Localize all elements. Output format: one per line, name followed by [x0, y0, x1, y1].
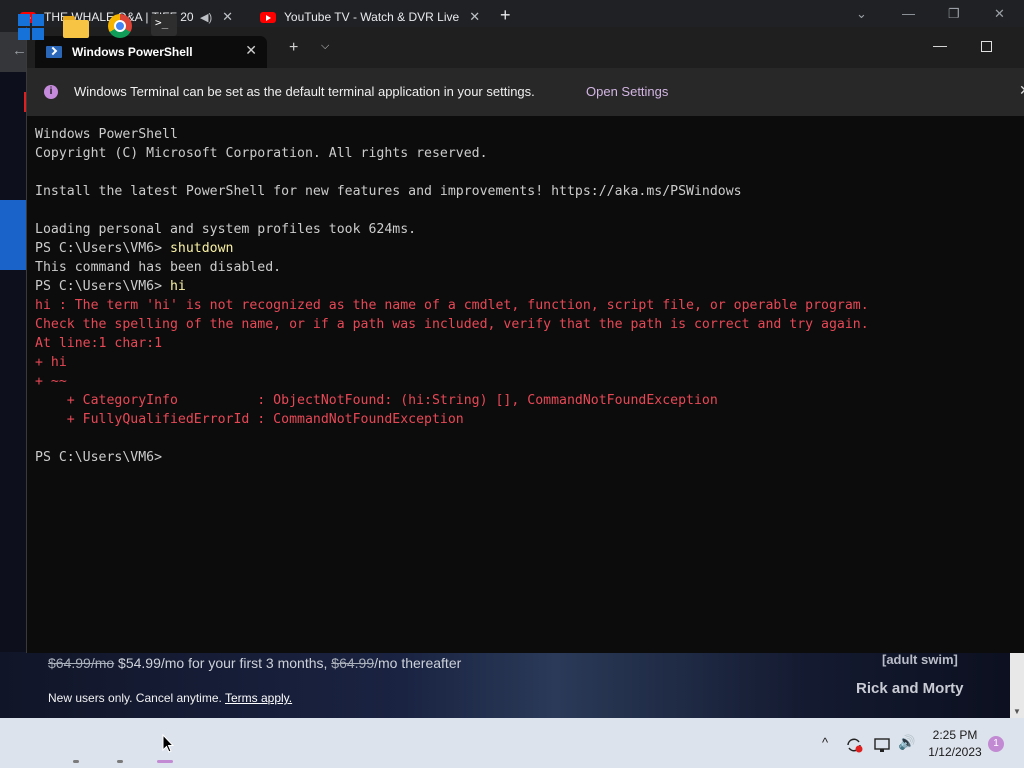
new-tab-button[interactable]: +: [289, 39, 298, 57]
console-line: This command has been disabled.: [35, 260, 282, 275]
command-text: hi: [169, 279, 186, 294]
chevron-down-icon[interactable]: ⌵: [321, 40, 329, 53]
scroll-down-icon[interactable]: ▼: [1013, 707, 1021, 716]
terminal-window: Windows PowerShell ✕ + ⌵ — i Windows Ter…: [26, 27, 1024, 653]
close-icon[interactable]: ✕: [1019, 82, 1024, 99]
chevron-up-icon[interactable]: ^: [822, 735, 828, 750]
console-line: Copyright (C) Microsoft Corporation. All…: [35, 146, 488, 161]
close-icon[interactable]: ✕: [245, 42, 257, 59]
chevron-down-icon[interactable]: ⌄: [856, 6, 867, 22]
scrollbar[interactable]: ▼: [1010, 652, 1024, 718]
maximize-button[interactable]: [981, 41, 992, 52]
new-tab-button[interactable]: +: [500, 5, 511, 26]
later-price-suffix: /mo thereafter: [374, 655, 462, 671]
browser-tab-title: YouTube TV - Watch & DVR Live: [284, 10, 460, 24]
close-icon[interactable]: ✕: [222, 9, 233, 25]
taskbar: [0, 718, 1024, 768]
page-banner: [0, 200, 26, 270]
console-prompt-line: PS C:\Users\VM6> shutdown: [35, 239, 1015, 258]
tab-title: Windows PowerShell: [72, 45, 193, 59]
powershell-icon: [46, 46, 62, 58]
running-indicator: [73, 760, 79, 763]
console-output[interactable]: Windows PowerShell Copyright (C) Microsof…: [35, 125, 1015, 467]
promo-text: $64.99/mo $54.99/mo for your first 3 mon…: [48, 655, 461, 671]
speaker-icon[interactable]: ◀): [200, 11, 212, 24]
minimize-button[interactable]: —: [933, 37, 947, 53]
youtube-icon: [260, 11, 276, 23]
prompt-text: PS C:\Users\VM6>: [35, 279, 170, 294]
command-text: shutdown: [169, 241, 234, 256]
new-price: $54.99/mo for your first 3 months,: [114, 655, 328, 671]
later-price: $64.99: [331, 655, 375, 671]
active-indicator: [157, 760, 173, 763]
console-error-line: + ~~: [35, 374, 67, 389]
volume-icon[interactable]: 🔊: [898, 734, 915, 751]
time: 2:25 PM: [932, 728, 978, 742]
info-message: Windows Terminal can be set as the defau…: [74, 84, 535, 99]
chrome-icon[interactable]: [108, 14, 132, 38]
open-settings-link[interactable]: Open Settings: [586, 84, 668, 99]
restore-icon[interactable]: ❐: [948, 6, 960, 22]
sync-icon[interactable]: [845, 737, 863, 753]
prompt-text: PS C:\Users\VM6>: [35, 450, 170, 465]
tab-windows-powershell[interactable]: Windows PowerShell ✕: [35, 36, 267, 68]
close-icon[interactable]: ✕: [469, 9, 480, 25]
info-bar: i Windows Terminal can be set as the def…: [27, 68, 1024, 116]
console-prompt-line: PS C:\Users\VM6>: [35, 448, 1015, 467]
adult-swim-logo: [adult swim]: [882, 652, 958, 667]
clock[interactable]: 2:25 PM 1/12/2023: [924, 727, 986, 761]
mouse-pointer-icon: [162, 734, 174, 753]
console-line: Windows PowerShell: [35, 127, 178, 142]
file-explorer-icon[interactable]: [63, 16, 89, 38]
info-icon: i: [44, 85, 58, 99]
console-error-line: Check the spelling of the name, or if a …: [35, 317, 869, 332]
console-line: Loading personal and system profiles too…: [35, 222, 417, 237]
console-line: Install the latest PowerShell for new fe…: [35, 184, 742, 199]
console-prompt-line: PS C:\Users\VM6> hi: [35, 277, 1015, 296]
terms-link[interactable]: Terms apply.: [225, 691, 292, 705]
smallprint-text: New users only. Cancel anytime.: [48, 691, 222, 705]
back-arrow-icon[interactable]: ←: [12, 42, 27, 59]
close-icon[interactable]: ✕: [994, 6, 1005, 22]
minimize-icon[interactable]: —: [902, 6, 915, 21]
old-price: $64.99/mo: [48, 655, 115, 671]
prompt-text: PS C:\Users\VM6>: [35, 241, 170, 256]
console-error-line: + CategoryInfo : ObjectNotFound: (hi:Str…: [35, 393, 718, 408]
smallprint: New users only. Cancel anytime. Terms ap…: [48, 691, 292, 705]
notification-badge[interactable]: 1: [988, 736, 1004, 752]
console-error-line: At line:1 char:1: [35, 336, 163, 351]
running-indicator: [117, 760, 123, 763]
windows-start-icon[interactable]: [18, 14, 44, 40]
date: 1/12/2023: [928, 745, 982, 759]
show-title: Rick and Morty: [856, 680, 964, 697]
console-error-line: hi : The term 'hi' is not recognized as …: [35, 298, 869, 313]
browser-tab-youtube-tv[interactable]: YouTube TV - Watch & DVR Live ✕: [260, 6, 480, 28]
network-icon[interactable]: [873, 737, 891, 753]
console-error-line: + hi: [35, 355, 67, 370]
terminal-icon[interactable]: [151, 14, 177, 36]
console-error-line: + FullyQualifiedErrorId : CommandNotFoun…: [35, 412, 464, 427]
